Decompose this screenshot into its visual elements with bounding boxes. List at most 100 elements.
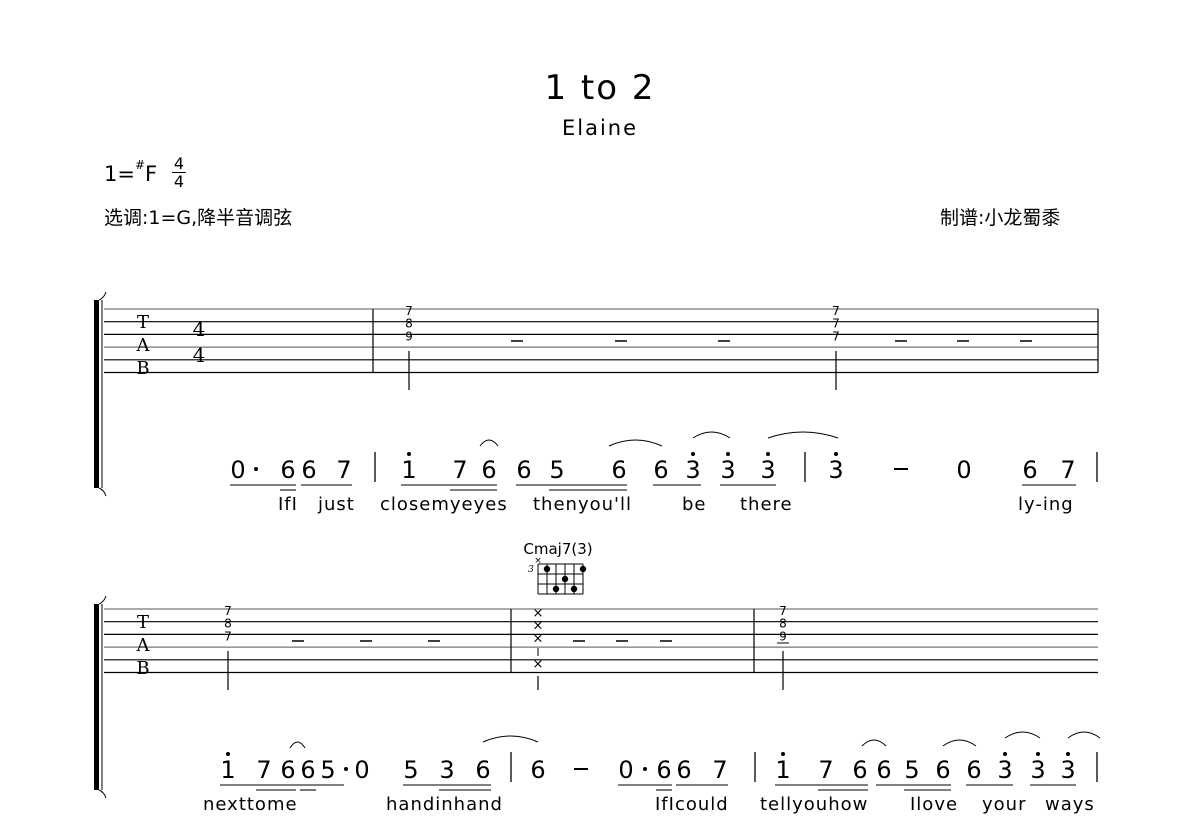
tab-time-signature-top: 4 xyxy=(193,317,206,341)
tab-clef-b: B xyxy=(136,358,149,379)
tie-arc xyxy=(289,741,306,749)
jianpu-note: 1 xyxy=(401,456,416,484)
chord-finger-dot xyxy=(570,585,578,593)
jianpu-note: 1 xyxy=(775,756,790,784)
jianpu-note: 5 xyxy=(403,756,418,784)
jianpu-note: 3 xyxy=(720,456,735,484)
octave-dot xyxy=(834,452,838,456)
tie-arc xyxy=(479,439,499,447)
jianpu-note: 3 xyxy=(1060,756,1075,784)
chord-muted-marker: × xyxy=(534,556,542,566)
muted-string-x: × xyxy=(533,657,544,672)
lyric-word: IfIcould xyxy=(655,794,729,815)
tie-arc xyxy=(608,439,663,447)
lyric-word: thenyou'll xyxy=(533,494,632,515)
tie-arc xyxy=(767,431,839,439)
chord-finger-dot xyxy=(552,585,560,593)
lyric-word: be xyxy=(682,494,707,515)
lyric-word: handinhand xyxy=(386,794,503,815)
octave-dot xyxy=(407,452,411,456)
bracket-hook-top xyxy=(98,595,107,605)
jianpu-note: 6 xyxy=(935,756,950,784)
tab-clef-a: A xyxy=(136,635,151,656)
octave-dot xyxy=(1036,752,1040,756)
octave-dot xyxy=(1003,752,1007,756)
jianpu-note: 0 xyxy=(618,756,633,784)
dotted-note-dot xyxy=(643,767,647,771)
jianpu-note: 6 xyxy=(676,756,691,784)
system-2: TAB787××××789Cmaj7(3)3×1 7 6 6 5 0 5 3 6 6 0 6 6 7 1 7 6… xyxy=(94,540,1101,815)
tab-clef-a: A xyxy=(136,335,151,356)
lyric-word: ways xyxy=(1045,794,1095,815)
lyric-word: Ilove xyxy=(910,794,958,815)
jianpu-note: 6 xyxy=(876,756,891,784)
jianpu-note: 6 xyxy=(611,456,626,484)
jianpu-note: 0 xyxy=(354,756,369,784)
octave-dot xyxy=(1066,752,1070,756)
jianpu-note: 6 xyxy=(852,756,867,784)
octave-dot xyxy=(766,452,770,456)
dotted-note-dot xyxy=(344,767,348,771)
tie-arc xyxy=(861,739,887,747)
jianpu-note: 6 xyxy=(301,456,316,484)
fret-number: 9 xyxy=(779,629,787,643)
jianpu-note: 3 xyxy=(828,456,843,484)
lyric-word: your xyxy=(982,794,1026,815)
jianpu-note: 0 xyxy=(956,456,971,484)
lyric-word: closemyeyes xyxy=(380,494,508,515)
jianpu-note: 5 xyxy=(549,456,564,484)
fret-number: 7 xyxy=(224,629,232,643)
tie-arc xyxy=(942,739,977,747)
lyric-word: tellyouhow xyxy=(760,794,868,815)
lyric-word: just xyxy=(317,494,355,515)
bracket-hook-bottom xyxy=(98,789,107,799)
jianpu-note: 6 xyxy=(280,456,295,484)
jianpu-note: 6 xyxy=(966,756,981,784)
jianpu-note: 3 xyxy=(997,756,1012,784)
jianpu-note: 3 xyxy=(439,756,454,784)
jianpu-note: 5 xyxy=(904,756,919,784)
tab-clef-t: T xyxy=(137,612,149,633)
jianpu-note: 7 xyxy=(452,456,467,484)
dotted-note-dot xyxy=(254,467,258,471)
octave-dot xyxy=(226,752,230,756)
chord-finger-dot xyxy=(543,565,551,573)
fret-number: 7 xyxy=(832,329,840,343)
jianpu-note: 6 xyxy=(475,756,490,784)
tab-time-signature-bottom: 4 xyxy=(193,343,206,367)
tie-arc xyxy=(482,735,539,743)
jianpu-note: 6 xyxy=(516,456,531,484)
lyric-word: there xyxy=(740,494,793,515)
tie-arc xyxy=(692,431,731,439)
lyric-word: nexttome xyxy=(203,794,298,815)
jianpu-note: 3 xyxy=(685,456,700,484)
jianpu-note: 7 xyxy=(1060,456,1075,484)
chord-fret-label: 3 xyxy=(528,565,534,575)
score-canvas: TAB447897770 6 6 7 1 7 6 6 5 6 6 3 3 3 3 0 6 7IfI just clos… xyxy=(94,291,1101,815)
tab-clef-b: B xyxy=(136,658,149,679)
system-bracket xyxy=(94,300,99,488)
jianpu-note: 6 xyxy=(530,756,545,784)
octave-dot xyxy=(691,452,695,456)
bracket-hook-bottom xyxy=(98,487,107,497)
lyric-word: IfI xyxy=(278,494,298,515)
jianpu-note: 0 xyxy=(230,456,245,484)
jianpu-note: 7 xyxy=(712,756,727,784)
jianpu-note: 6 xyxy=(300,756,315,784)
lyric-word: ly-ing xyxy=(1018,494,1074,515)
jianpu-note: 7 xyxy=(256,756,271,784)
jianpu-note: 1 xyxy=(220,756,235,784)
jianpu-note: 6 xyxy=(1022,456,1037,484)
jianpu-note: 6 xyxy=(481,456,496,484)
chord-finger-dot xyxy=(579,565,587,573)
tie-arc xyxy=(1067,731,1101,739)
fret-number: 9 xyxy=(405,329,413,343)
jianpu-note: 7 xyxy=(336,456,351,484)
system-bracket xyxy=(94,604,99,790)
octave-dot xyxy=(726,452,730,456)
jianpu-note: 3 xyxy=(760,456,775,484)
muted-string-x: × xyxy=(533,631,544,646)
jianpu-note: 3 xyxy=(1030,756,1045,784)
jianpu-note: 6 xyxy=(280,756,295,784)
bracket-hook-top xyxy=(98,291,107,301)
